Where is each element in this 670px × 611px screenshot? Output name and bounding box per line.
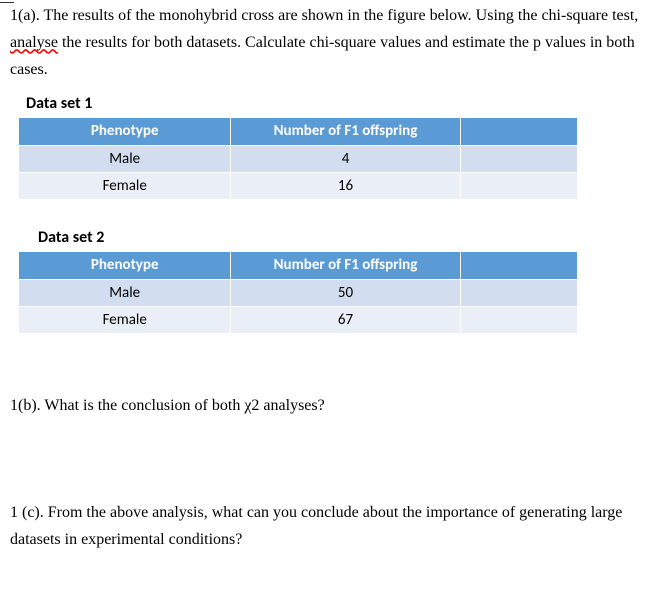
- dataset-2-table: Phenotype Number of F1 offspring Male 50…: [18, 251, 578, 334]
- header-phenotype: Phenotype: [19, 117, 231, 145]
- header-count: Number of F1 offspring: [231, 251, 460, 279]
- question-1b: 1(b). What is the conclusion of both χ2 …: [10, 392, 660, 419]
- header-empty: [460, 251, 577, 279]
- cell-phenotype: Female: [19, 172, 231, 199]
- dataset-2-label: Data set 2: [38, 228, 660, 247]
- margin-tick: [0, 2, 14, 3]
- cell-empty: [460, 279, 577, 306]
- header-count: Number of F1 offspring: [231, 117, 460, 145]
- cell-count: 67: [231, 306, 460, 333]
- cell-count: 4: [231, 145, 460, 172]
- table-row: Male 4: [19, 145, 578, 172]
- table-row: Female 16: [19, 172, 578, 199]
- dataset-1-label: Data set 1: [26, 94, 660, 113]
- question-1c: 1 (c). From the above analysis, what can…: [10, 499, 660, 553]
- cell-empty: [460, 306, 577, 333]
- header-empty: [460, 117, 577, 145]
- table-row: Male 50: [19, 279, 578, 306]
- q1a-suffix: the results for both datasets. Calculate…: [10, 34, 635, 78]
- table-header-row: Phenotype Number of F1 offspring: [19, 117, 578, 145]
- dataset-1-table: Phenotype Number of F1 offspring Male 4 …: [18, 117, 578, 200]
- cell-phenotype: Male: [19, 145, 231, 172]
- header-phenotype: Phenotype: [19, 251, 231, 279]
- cell-count: 50: [231, 279, 460, 306]
- table-row: Female 67: [19, 306, 578, 333]
- cell-phenotype: Female: [19, 306, 231, 333]
- cell-empty: [460, 145, 577, 172]
- cell-phenotype: Male: [19, 279, 231, 306]
- cell-empty: [460, 172, 577, 199]
- q1a-misspelled-word: analyse: [10, 34, 58, 51]
- q1a-prefix: 1(a). The results of the monohybrid cros…: [10, 7, 638, 24]
- question-1a: 1(a). The results of the monohybrid cros…: [10, 2, 660, 84]
- cell-count: 16: [231, 172, 460, 199]
- table-header-row: Phenotype Number of F1 offspring: [19, 251, 578, 279]
